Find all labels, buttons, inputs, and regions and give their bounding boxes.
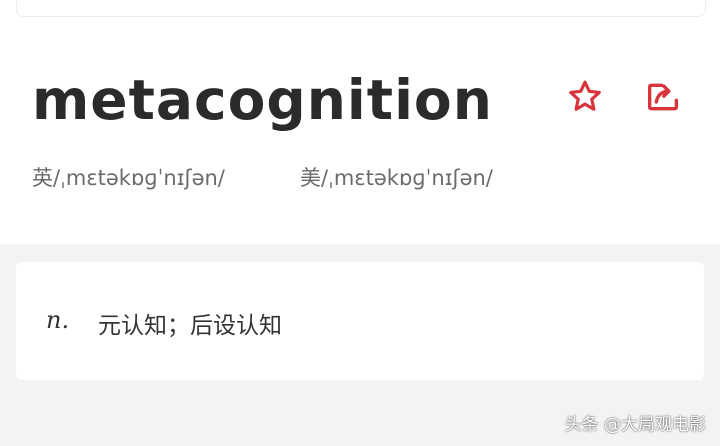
definition-text: 元认知；后设认知 (98, 313, 282, 339)
share-icon (643, 77, 683, 121)
definition-card: n. 元认知；后设认知 (16, 262, 704, 380)
part-of-speech: n. (46, 306, 70, 334)
previous-card (16, 0, 706, 17)
headword: metacognition (32, 68, 493, 132)
star-icon (566, 78, 604, 120)
share-button[interactable] (642, 78, 684, 120)
watermark: 头条 @大局观电影 (564, 415, 706, 435)
phonetic-uk[interactable]: 英/ˌmɛtəkɒɡˈnɪʃən/ (32, 162, 225, 192)
phonetic-us[interactable]: 美/ˌmɛtəkɒɡˈnɪʃən/ (300, 162, 493, 192)
favorite-button[interactable] (564, 78, 606, 120)
